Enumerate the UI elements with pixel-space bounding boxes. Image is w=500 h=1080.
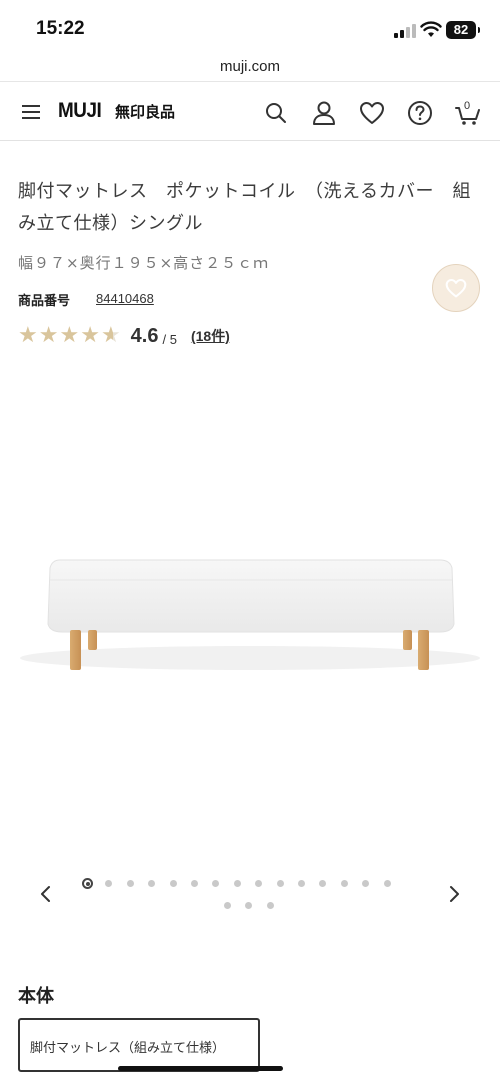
star-icon: ★ <box>18 323 38 348</box>
product-title: 脚付マットレス ポケットコイル （洗えるカバー 組み立て仕様）シングル <box>18 181 471 234</box>
site-header: MUJI 無印良品 <box>0 83 500 141</box>
search-icon[interactable] <box>262 99 290 127</box>
rating-value: 4.6 <box>130 324 159 347</box>
cellular-signal-icon <box>394 24 416 38</box>
section-title-body: 本体 <box>18 986 54 1007</box>
carousel-prev-chevron-icon[interactable] <box>34 882 58 906</box>
browser-url[interactable]: muji.com <box>0 52 500 82</box>
star-icon: ★ <box>38 323 59 348</box>
heart-icon <box>445 278 467 298</box>
variant-option-button[interactable]: 脚付マットレス（組み立て仕様） <box>18 1018 260 1072</box>
status-time: 15:22 <box>36 18 85 39</box>
carousel-dot[interactable] <box>233 880 241 887</box>
home-indicator <box>118 1066 283 1071</box>
logo-latin: MUJI <box>58 99 102 122</box>
product-image-mattress[interactable] <box>0 520 500 700</box>
status-bar: 15:22 82 <box>0 0 500 52</box>
rating-max: / 5 <box>162 331 177 347</box>
carousel-dot[interactable] <box>255 880 263 887</box>
review-count-link[interactable]: (18件) <box>191 326 230 346</box>
star-icon: ★ <box>80 323 100 348</box>
carousel-dot[interactable] <box>319 880 327 887</box>
carousel-dot[interactable] <box>82 878 93 889</box>
logo-kanji: 無印良品 <box>115 103 176 121</box>
help-icon[interactable] <box>406 99 434 127</box>
star-partial-icon: ★ <box>100 323 121 348</box>
carousel-dot[interactable] <box>362 880 370 887</box>
carousel-next-chevron-icon[interactable] <box>442 882 466 906</box>
cart-count-badge: 0 <box>464 100 471 112</box>
carousel-dot[interactable] <box>224 902 231 909</box>
product-size: 幅９７×奥行１９５×高さ２５ｃｍ <box>18 254 270 272</box>
carousel-dot[interactable] <box>212 880 220 887</box>
carousel-dot[interactable] <box>245 902 253 909</box>
carousel-dot[interactable] <box>340 880 348 887</box>
account-icon[interactable] <box>310 99 338 127</box>
carousel-dots <box>80 877 420 891</box>
carousel-dot[interactable] <box>276 880 284 887</box>
carousel-dot[interactable] <box>266 902 274 909</box>
carousel-dot[interactable] <box>105 880 113 887</box>
rating-row: ★ ★ ★ ★ ★ 4.6 / 5 (18件) <box>18 322 230 350</box>
carousel-dot[interactable] <box>383 880 391 887</box>
product-number-label: 商品番号 <box>18 294 71 309</box>
add-to-favorites-button[interactable] <box>432 264 480 312</box>
product-number-value[interactable]: 84410468 <box>96 291 154 306</box>
star-icon: ★ <box>59 323 80 348</box>
muji-logo[interactable]: MUJI 無印良品 <box>58 99 175 125</box>
carousel-dots-row-2 <box>220 899 280 913</box>
carousel-dot[interactable] <box>148 880 156 887</box>
rating-stars: ★ ★ ★ ★ ★ <box>18 325 121 347</box>
carousel-dot[interactable] <box>191 880 198 887</box>
carousel-dot[interactable] <box>298 880 305 887</box>
carousel-dot[interactable] <box>126 880 134 887</box>
battery-indicator: 82 <box>446 21 480 39</box>
carousel-dot[interactable] <box>169 880 177 887</box>
hamburger-menu-icon[interactable] <box>22 105 40 119</box>
favorites-heart-icon[interactable] <box>358 99 386 127</box>
wifi-icon <box>420 21 442 37</box>
